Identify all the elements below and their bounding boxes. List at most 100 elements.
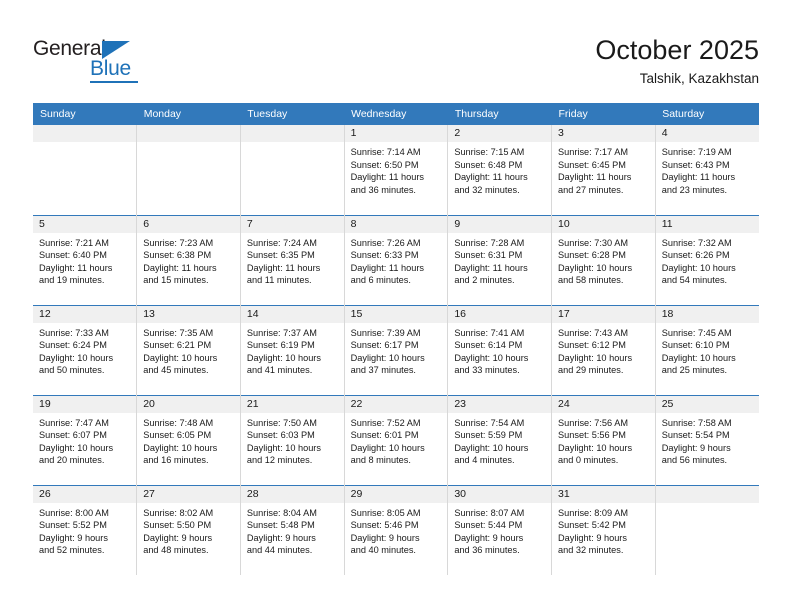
day-number: 5	[33, 215, 137, 233]
calendar-day-cell[interactable]: 25 Sunrise: 7:58 AM Sunset: 5:54 PM Dayl…	[655, 394, 759, 485]
day-number: 16	[448, 305, 552, 323]
daylight-text-cont: and 4 minutes.	[454, 455, 515, 466]
daylight-text: Daylight: 11 hours	[661, 172, 736, 183]
sunrise-text: Sunrise: 7:19 AM	[661, 147, 732, 157]
sunrise-text: Sunrise: 7:24 AM	[246, 237, 317, 248]
calendar-day-cell[interactable]: 6 Sunrise: 7:23 AM Sunset: 6:38 PM Dayli…	[136, 214, 241, 305]
daylight-text-cont: and 6 minutes.	[350, 275, 411, 286]
calendar-day-cell[interactable]: 11 Sunrise: 7:32 AM Sunset: 6:26 PM Dayl…	[655, 214, 759, 305]
calendar-day-cell[interactable]: 21 Sunrise: 7:50 AM Sunset: 6:03 PM Dayl…	[240, 394, 345, 485]
daylight-text: Daylight: 10 hours	[558, 442, 633, 453]
daylight-text: Daylight: 11 hours	[454, 172, 528, 183]
daylight-text-cont: and 15 minutes.	[143, 275, 209, 286]
day-details: Sunrise: 7:47 AM Sunset: 6:07 PM Dayligh…	[33, 413, 136, 467]
daylight-text: Daylight: 10 hours	[661, 262, 736, 273]
sunrise-text: Sunrise: 7:23 AM	[143, 237, 214, 248]
day-number: 29	[344, 485, 448, 503]
sunrise-text: Sunrise: 7:37 AM	[246, 327, 317, 338]
sunrise-text: Sunrise: 7:52 AM	[350, 417, 421, 428]
calendar-table: Sunday Monday Tuesday Wednesday Thursday…	[33, 103, 759, 575]
calendar-day-cell[interactable]: 13 Sunrise: 7:35 AM Sunset: 6:21 PM Dayl…	[136, 304, 241, 395]
calendar-day-cell[interactable]: 27 Sunrise: 8:02 AM Sunset: 5:50 PM Dayl…	[136, 484, 241, 575]
daylight-text: Daylight: 10 hours	[143, 442, 218, 453]
day-number: 12	[33, 305, 137, 323]
logo-text-blue: Blue	[90, 57, 131, 80]
sunrise-text: Sunrise: 7:43 AM	[558, 327, 628, 338]
daylight-text: Daylight: 11 hours	[39, 262, 113, 273]
calendar-day-cell[interactable]: 30 Sunrise: 8:07 AM Sunset: 5:44 PM Dayl…	[447, 484, 553, 575]
calendar-day-cell[interactable]: 2 Sunrise: 7:15 AM Sunset: 6:48 PM Dayli…	[447, 125, 553, 215]
calendar-week-row: 1 Sunrise: 7:14 AM Sunset: 6:50 PM Dayli…	[33, 125, 759, 215]
sunset-text: Sunset: 6:21 PM	[143, 340, 212, 351]
calendar-day-cell[interactable]: 22 Sunrise: 7:52 AM Sunset: 6:01 PM Dayl…	[344, 394, 449, 485]
daylight-text-cont: and 16 minutes.	[143, 455, 209, 466]
daylight-text: Daylight: 10 hours	[558, 262, 633, 273]
calendar-day-cell[interactable]: 3 Sunrise: 7:17 AM Sunset: 6:45 PM Dayli…	[551, 125, 656, 215]
daylight-text: Daylight: 10 hours	[454, 352, 529, 363]
calendar-day-cell[interactable]: 5 Sunrise: 7:21 AM Sunset: 6:40 PM Dayli…	[33, 214, 138, 305]
day-number: 6	[137, 215, 240, 233]
calendar-day-cell[interactable]: 4 Sunrise: 7:19 AM Sunset: 6:43 PM Dayli…	[655, 125, 759, 215]
day-details: Sunrise: 7:21 AM Sunset: 6:40 PM Dayligh…	[33, 233, 136, 287]
sunrise-text: Sunrise: 7:28 AM	[454, 237, 525, 248]
day-details: Sunrise: 7:52 AM Sunset: 6:01 PM Dayligh…	[345, 413, 448, 467]
sunrise-text: Sunrise: 7:21 AM	[39, 237, 109, 248]
calendar-day-cell[interactable]: 7 Sunrise: 7:24 AM Sunset: 6:35 PM Dayli…	[240, 214, 345, 305]
calendar-day-cell[interactable]: 31 Sunrise: 8:09 AM Sunset: 5:42 PM Dayl…	[551, 484, 656, 575]
calendar-week-row: 26 Sunrise: 8:00 AM Sunset: 5:52 PM Dayl…	[33, 484, 759, 575]
sunrise-text: Sunrise: 7:39 AM	[350, 327, 421, 338]
calendar-day-cell	[240, 125, 345, 215]
page-header: General Blue October 2025 Talshik, Kazak…	[0, 0, 792, 100]
day-number	[655, 485, 759, 503]
sunrise-text: Sunrise: 8:02 AM	[143, 507, 214, 518]
daylight-text-cont: and 23 minutes.	[661, 184, 728, 195]
calendar-day-cell[interactable]: 28 Sunrise: 8:04 AM Sunset: 5:48 PM Dayl…	[240, 484, 345, 575]
generalblue-logo: General Blue	[33, 38, 163, 84]
sunrise-text: Sunrise: 7:14 AM	[350, 147, 421, 157]
calendar-day-cell[interactable]: 19 Sunrise: 7:47 AM Sunset: 6:07 PM Dayl…	[33, 394, 138, 485]
calendar-day-cell[interactable]: 12 Sunrise: 7:33 AM Sunset: 6:24 PM Dayl…	[33, 304, 138, 395]
calendar-day-cell[interactable]: 26 Sunrise: 8:00 AM Sunset: 5:52 PM Dayl…	[33, 484, 138, 575]
day-number: 18	[655, 305, 759, 323]
day-details: Sunrise: 7:26 AM Sunset: 6:33 PM Dayligh…	[345, 233, 448, 287]
calendar-day-cell[interactable]: 14 Sunrise: 7:37 AM Sunset: 6:19 PM Dayl…	[240, 304, 345, 395]
weekday-header-friday: Friday	[551, 103, 656, 125]
daylight-text: Daylight: 10 hours	[246, 442, 321, 453]
calendar-day-cell[interactable]: 17 Sunrise: 7:43 AM Sunset: 6:12 PM Dayl…	[551, 304, 656, 395]
calendar-day-cell[interactable]: 24 Sunrise: 7:56 AM Sunset: 5:56 PM Dayl…	[551, 394, 656, 485]
sunset-text: Sunset: 6:45 PM	[558, 159, 626, 170]
calendar-day-cell[interactable]: 18 Sunrise: 7:45 AM Sunset: 6:10 PM Dayl…	[655, 304, 759, 395]
calendar-day-cell[interactable]: 16 Sunrise: 7:41 AM Sunset: 6:14 PM Dayl…	[447, 304, 553, 395]
calendar-day-cell[interactable]: 23 Sunrise: 7:54 AM Sunset: 5:59 PM Dayl…	[447, 394, 553, 485]
calendar-day-cell[interactable]: 1 Sunrise: 7:14 AM Sunset: 6:50 PM Dayli…	[344, 125, 449, 215]
day-details: Sunrise: 8:02 AM Sunset: 5:50 PM Dayligh…	[137, 503, 240, 557]
weekday-header-sunday: Sunday	[33, 103, 137, 125]
daylight-text-cont: and 32 minutes.	[454, 184, 520, 195]
daylight-text: Daylight: 10 hours	[661, 352, 736, 363]
calendar-day-cell[interactable]: 9 Sunrise: 7:28 AM Sunset: 6:31 PM Dayli…	[447, 214, 553, 305]
day-details: Sunrise: 7:58 AM Sunset: 5:54 PM Dayligh…	[656, 413, 759, 467]
calendar-week-row: 12 Sunrise: 7:33 AM Sunset: 6:24 PM Dayl…	[33, 304, 759, 395]
sunset-text: Sunset: 6:31 PM	[454, 250, 523, 261]
calendar-day-cell[interactable]: 15 Sunrise: 7:39 AM Sunset: 6:17 PM Dayl…	[344, 304, 449, 395]
sunset-text: Sunset: 6:24 PM	[39, 340, 107, 351]
day-details: Sunrise: 8:09 AM Sunset: 5:42 PM Dayligh…	[552, 503, 655, 557]
day-number: 20	[137, 395, 240, 413]
daylight-text: Daylight: 9 hours	[39, 532, 108, 543]
day-number: 25	[655, 395, 759, 413]
daylight-text-cont: and 48 minutes.	[143, 545, 209, 556]
logo-underline	[90, 81, 138, 83]
calendar-day-cell[interactable]: 8 Sunrise: 7:26 AM Sunset: 6:33 PM Dayli…	[344, 214, 449, 305]
day-details: Sunrise: 8:00 AM Sunset: 5:52 PM Dayligh…	[33, 503, 136, 557]
calendar-day-cell[interactable]: 20 Sunrise: 7:48 AM Sunset: 6:05 PM Dayl…	[136, 394, 241, 485]
day-number: 10	[552, 215, 655, 233]
daylight-text: Daylight: 9 hours	[454, 532, 524, 543]
sunrise-text: Sunrise: 8:04 AM	[246, 507, 317, 518]
sunrise-text: Sunrise: 7:30 AM	[558, 237, 628, 248]
day-number	[137, 125, 240, 142]
calendar-day-cell[interactable]: 29 Sunrise: 8:05 AM Sunset: 5:46 PM Dayl…	[344, 484, 449, 575]
daylight-text-cont: and 36 minutes.	[350, 184, 416, 195]
day-details: Sunrise: 7:56 AM Sunset: 5:56 PM Dayligh…	[552, 413, 655, 467]
calendar-day-cell[interactable]: 10 Sunrise: 7:30 AM Sunset: 6:28 PM Dayl…	[551, 214, 656, 305]
sunrise-text: Sunrise: 7:50 AM	[246, 417, 317, 428]
